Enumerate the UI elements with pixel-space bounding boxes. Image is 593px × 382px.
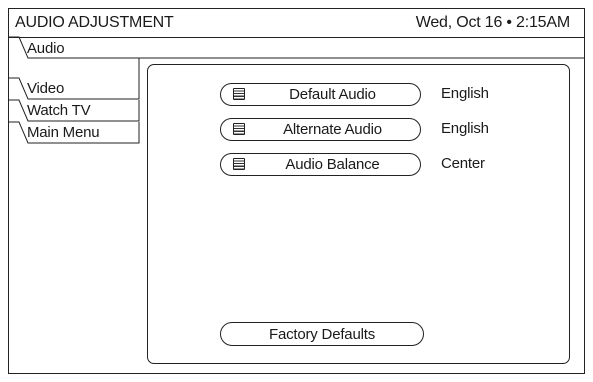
list-icon [233, 158, 245, 170]
alternate-audio-value: English [441, 120, 489, 137]
audio-balance-button[interactable]: Audio Balance [220, 153, 421, 176]
tab-main-menu[interactable]: Main Menu [9, 121, 140, 144]
alternate-audio-button[interactable]: Alternate Audio [220, 118, 421, 141]
audio-balance-label: Audio Balance [285, 156, 380, 173]
tab-watch-tv-label: Watch TV [27, 102, 91, 119]
default-audio-button[interactable]: Default Audio [220, 83, 421, 106]
list-icon [233, 88, 245, 100]
audio-adjustment-screen: AUDIO ADJUSTMENT Wed, Oct 16 • 2:15AM Ma… [8, 8, 585, 374]
factory-defaults-label: Factory Defaults [268, 326, 375, 343]
list-icon [233, 123, 245, 135]
audio-balance-value: Center [441, 155, 485, 172]
tab-watch-tv[interactable]: Watch TV [9, 99, 140, 122]
tab-video-label: Video [27, 80, 65, 97]
tab-main-menu-label: Main Menu [27, 124, 100, 141]
tab-audio-label: Audio [27, 40, 65, 57]
factory-defaults-button[interactable]: Factory Defaults [220, 322, 424, 346]
default-audio-value: English [441, 85, 489, 102]
date-time-display: Wed, Oct 16 • 2:15AM [415, 14, 570, 31]
tab-video[interactable]: Video [9, 77, 140, 100]
default-audio-label: Default Audio [289, 86, 376, 103]
audio-settings-panel: Default Audio English Alternate Audio En… [147, 64, 570, 364]
alternate-audio-label: Alternate Audio [283, 121, 382, 138]
page-title: AUDIO ADJUSTMENT [15, 14, 174, 31]
